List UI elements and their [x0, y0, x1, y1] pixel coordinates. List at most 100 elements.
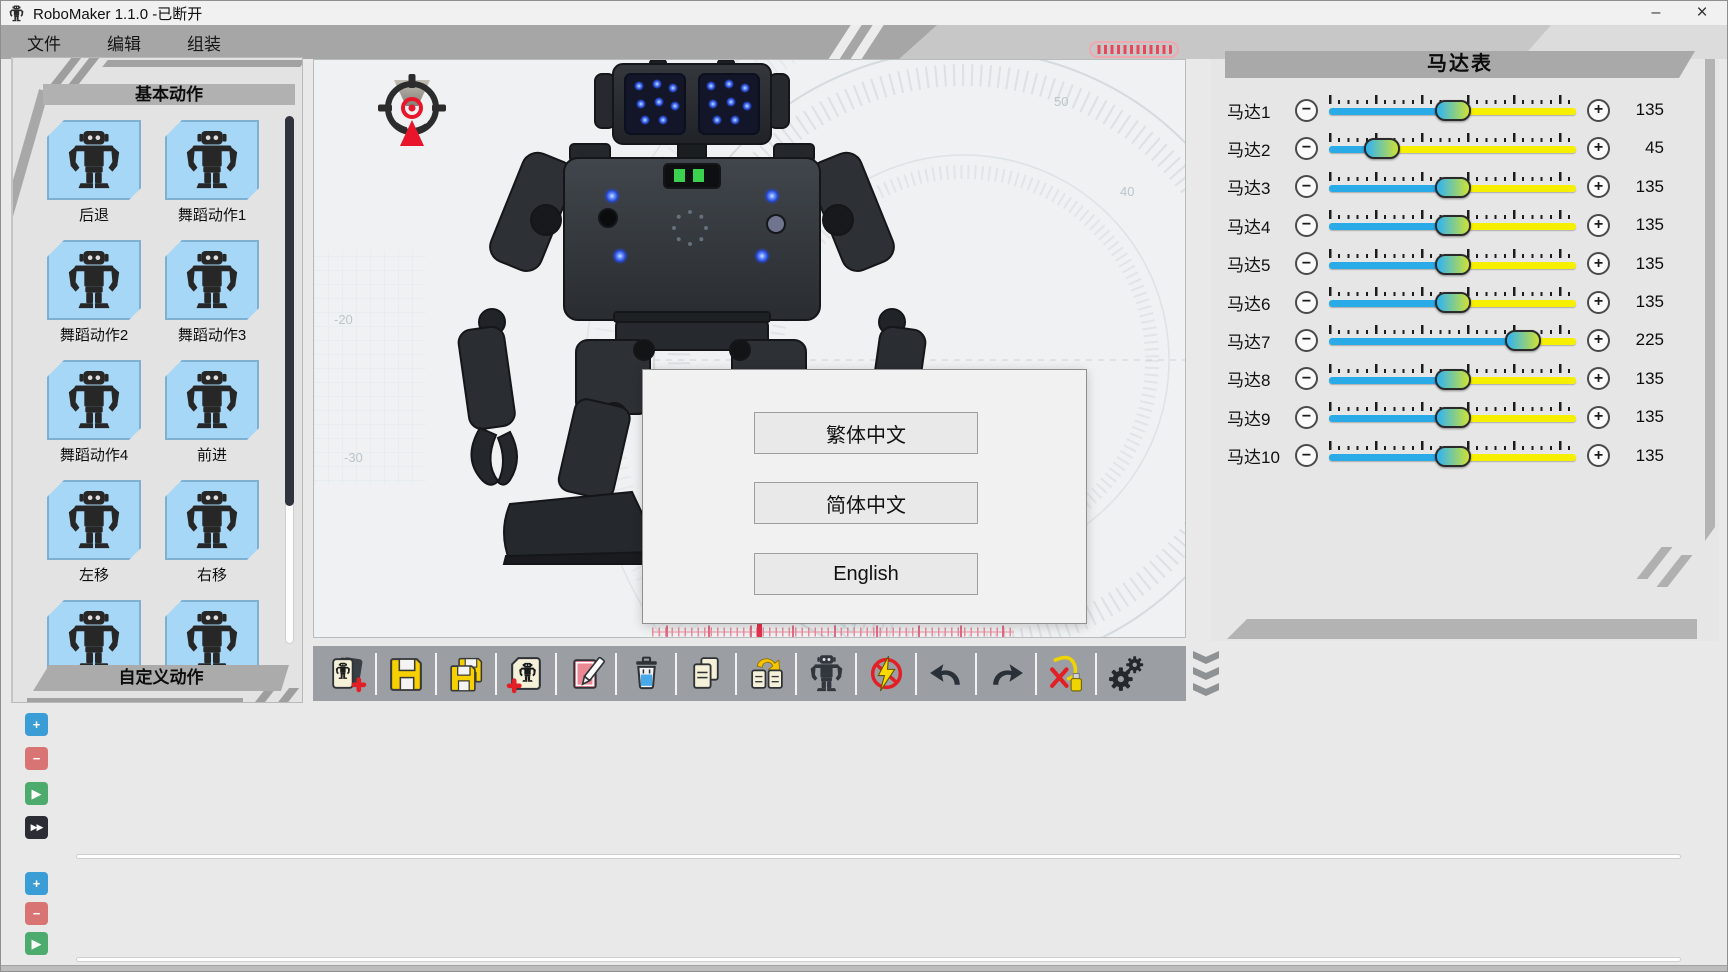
- language-dialog: 繁体中文简体中文 English: [642, 369, 1087, 624]
- timeline-track[interactable]: [76, 854, 1681, 859]
- timeline-play-button[interactable]: ▶: [25, 782, 48, 805]
- edit-button[interactable]: [561, 651, 611, 697]
- redo-button[interactable]: [981, 651, 1031, 697]
- action-tile-后退[interactable]: [47, 120, 141, 200]
- motor-slider[interactable]: [1329, 94, 1576, 126]
- minimize-button[interactable]: –: [1643, 2, 1669, 24]
- timeline-add-button[interactable]: +: [25, 713, 48, 736]
- motor-decrease-button[interactable]: −: [1295, 329, 1318, 352]
- motor-decrease-button[interactable]: −: [1295, 367, 1318, 390]
- save-as-button[interactable]: [441, 651, 491, 697]
- action-tile-舞蹈动作1[interactable]: [165, 120, 259, 200]
- save-button[interactable]: [381, 651, 431, 697]
- motor-increase-button[interactable]: +: [1587, 444, 1610, 467]
- power-off-icon: [866, 653, 907, 694]
- motor-increase-button[interactable]: +: [1587, 291, 1610, 314]
- motor-increase-button[interactable]: +: [1587, 329, 1610, 352]
- motor-row-4: 马达4−+135: [1227, 208, 1664, 242]
- motor-increase-button[interactable]: +: [1587, 214, 1610, 237]
- toolbar-separator: [855, 653, 857, 695]
- robot-pose-icon: [806, 653, 847, 694]
- motor-slider[interactable]: [1329, 209, 1576, 241]
- action-tile-前进[interactable]: [165, 360, 259, 440]
- slider-thumb[interactable]: [1364, 138, 1400, 159]
- timeline-remove-button[interactable]: −: [25, 902, 48, 925]
- language-option-English[interactable]: English: [754, 553, 978, 595]
- toolbar-separator: [975, 653, 977, 695]
- slider-thumb[interactable]: [1435, 100, 1471, 121]
- slider-thumb[interactable]: [1435, 407, 1471, 428]
- motor-increase-button[interactable]: +: [1587, 252, 1610, 275]
- motor-slider[interactable]: [1329, 363, 1576, 395]
- robot-pose-button[interactable]: [801, 651, 851, 697]
- timeline-fast-forward-button[interactable]: ▶▶: [25, 816, 48, 839]
- motor-decrease-button[interactable]: −: [1295, 175, 1318, 198]
- motor-decrease-button[interactable]: −: [1295, 406, 1318, 429]
- motor-slider[interactable]: [1329, 132, 1576, 164]
- action-tile-左移[interactable]: [47, 480, 141, 560]
- motor-row-10: 马达10−+135: [1227, 439, 1664, 473]
- usb-disconnected-button[interactable]: [1041, 651, 1091, 697]
- close-button[interactable]: ×: [1689, 2, 1715, 24]
- power-off-button[interactable]: [861, 651, 911, 697]
- menu-item-文件[interactable]: 文件: [27, 30, 61, 55]
- paste-button[interactable]: [741, 651, 791, 697]
- timeline-track[interactable]: [76, 957, 1681, 962]
- motor-value: 45: [1620, 138, 1664, 158]
- settings-button[interactable]: [1101, 651, 1151, 697]
- new-action-set-button[interactable]: [321, 651, 371, 697]
- motor-slider[interactable]: [1329, 286, 1576, 318]
- toolbar-separator: [1035, 653, 1037, 695]
- language-option-简体中文[interactable]: 简体中文: [754, 482, 978, 524]
- paste-icon: [746, 653, 787, 694]
- undo-button[interactable]: [921, 651, 971, 697]
- add-frame-button[interactable]: [501, 651, 551, 697]
- motor-value: 135: [1620, 100, 1664, 120]
- timeline-add-button[interactable]: +: [25, 872, 48, 895]
- slider-thumb[interactable]: [1505, 330, 1541, 351]
- motor-decrease-button[interactable]: −: [1295, 214, 1318, 237]
- timeline-play-button[interactable]: ▶: [25, 932, 48, 955]
- motor-slider[interactable]: [1329, 171, 1576, 203]
- menu-item-编辑[interactable]: 编辑: [107, 30, 141, 55]
- slider-thumb[interactable]: [1435, 446, 1471, 467]
- motor-decrease-button[interactable]: −: [1295, 444, 1318, 467]
- toolbar-separator: [435, 653, 437, 695]
- action-tile-右移[interactable]: [165, 480, 259, 560]
- copy-button[interactable]: [681, 651, 731, 697]
- language-option-繁体中文[interactable]: 繁体中文: [754, 412, 978, 454]
- motor-decrease-button[interactable]: −: [1295, 252, 1318, 275]
- action-tile-舞蹈动作2[interactable]: [47, 240, 141, 320]
- menu-item-组装[interactable]: 组装: [187, 30, 221, 55]
- robot-action-icon: [180, 489, 244, 551]
- motor-slider[interactable]: [1329, 440, 1576, 472]
- slider-thumb[interactable]: [1435, 369, 1471, 390]
- timeline-remove-button[interactable]: −: [25, 747, 48, 770]
- motor-decrease-button[interactable]: −: [1295, 99, 1318, 122]
- motor-slider[interactable]: [1329, 324, 1576, 356]
- slider-thumb[interactable]: [1435, 215, 1471, 236]
- action-tile-舞蹈动作3[interactable]: [165, 240, 259, 320]
- motor-increase-button[interactable]: +: [1587, 406, 1610, 429]
- slider-thumb[interactable]: [1435, 254, 1471, 275]
- motor-slider[interactable]: [1329, 248, 1576, 280]
- motor-increase-button[interactable]: +: [1587, 367, 1610, 390]
- motor-decrease-button[interactable]: −: [1295, 291, 1318, 314]
- action-tile-舞蹈动作4[interactable]: [47, 360, 141, 440]
- motor-value: 135: [1620, 215, 1664, 235]
- slider-thumb[interactable]: [1435, 292, 1471, 313]
- slider-thumb[interactable]: [1435, 177, 1471, 198]
- toolbar-separator: [795, 653, 797, 695]
- title-bar: RoboMaker 1.1.0 -已断开 – ×: [1, 1, 1727, 25]
- motor-value: 135: [1620, 369, 1664, 389]
- motor-decrease-button[interactable]: −: [1295, 137, 1318, 160]
- orientation-target-icon: [366, 60, 458, 152]
- motor-increase-button[interactable]: +: [1587, 137, 1610, 160]
- motor-increase-button[interactable]: +: [1587, 175, 1610, 198]
- delete-button[interactable]: [621, 651, 671, 697]
- motor-slider[interactable]: [1329, 401, 1576, 433]
- robot-action-icon: [62, 249, 126, 311]
- sidebar-scrollbar-thumb[interactable]: [285, 116, 294, 506]
- motor-increase-button[interactable]: +: [1587, 99, 1610, 122]
- action-library-panel: 基本动作 后退舞蹈动作1舞蹈动作2舞蹈动作3舞蹈动作4前进左移右移 自定义动作: [11, 57, 303, 703]
